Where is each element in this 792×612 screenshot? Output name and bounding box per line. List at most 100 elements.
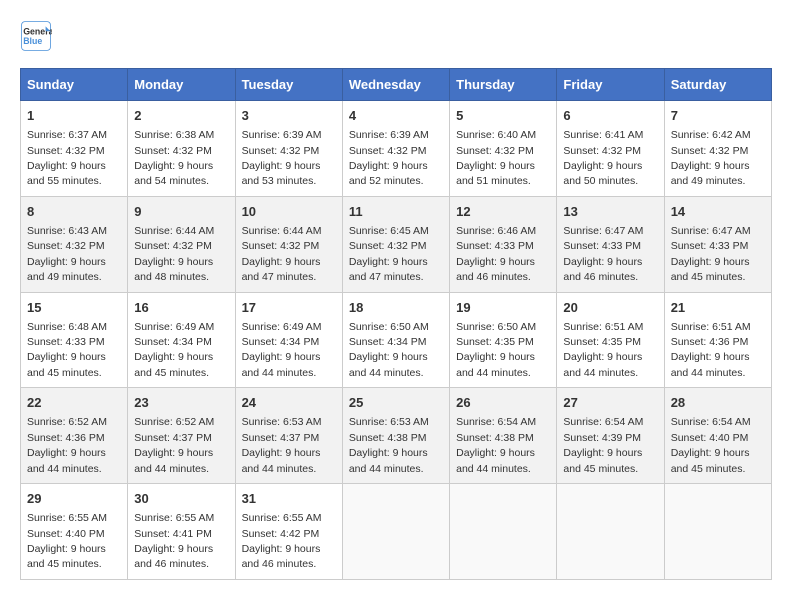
day-info: Sunrise: 6:55 AMSunset: 4:42 PMDaylight:… bbox=[242, 512, 322, 570]
day-info: Sunrise: 6:53 AMSunset: 4:38 PMDaylight:… bbox=[349, 416, 429, 474]
day-info: Sunrise: 6:49 AMSunset: 4:34 PMDaylight:… bbox=[242, 321, 322, 379]
calendar-day-cell: 9 Sunrise: 6:44 AMSunset: 4:32 PMDayligh… bbox=[128, 196, 235, 292]
logo-icon: General Blue bbox=[20, 20, 52, 52]
calendar-day-cell: 18 Sunrise: 6:50 AMSunset: 4:34 PMDaylig… bbox=[342, 292, 449, 388]
calendar-day-cell: 24 Sunrise: 6:53 AMSunset: 4:37 PMDaylig… bbox=[235, 388, 342, 484]
day-number: 12 bbox=[456, 203, 550, 221]
calendar-body: 1 Sunrise: 6:37 AMSunset: 4:32 PMDayligh… bbox=[21, 101, 772, 580]
calendar-day-cell: 16 Sunrise: 6:49 AMSunset: 4:34 PMDaylig… bbox=[128, 292, 235, 388]
calendar-day-cell: 10 Sunrise: 6:44 AMSunset: 4:32 PMDaylig… bbox=[235, 196, 342, 292]
calendar-day-cell: 14 Sunrise: 6:47 AMSunset: 4:33 PMDaylig… bbox=[664, 196, 771, 292]
day-number: 15 bbox=[27, 299, 121, 317]
calendar-day-cell: 6 Sunrise: 6:41 AMSunset: 4:32 PMDayligh… bbox=[557, 101, 664, 197]
calendar-day-cell: 13 Sunrise: 6:47 AMSunset: 4:33 PMDaylig… bbox=[557, 196, 664, 292]
day-number: 16 bbox=[134, 299, 228, 317]
day-info: Sunrise: 6:39 AMSunset: 4:32 PMDaylight:… bbox=[349, 129, 429, 187]
calendar-day-cell: 23 Sunrise: 6:52 AMSunset: 4:37 PMDaylig… bbox=[128, 388, 235, 484]
day-number: 27 bbox=[563, 394, 657, 412]
day-info: Sunrise: 6:52 AMSunset: 4:36 PMDaylight:… bbox=[27, 416, 107, 474]
day-number: 22 bbox=[27, 394, 121, 412]
calendar-day-cell: 21 Sunrise: 6:51 AMSunset: 4:36 PMDaylig… bbox=[664, 292, 771, 388]
calendar-day-cell: 20 Sunrise: 6:51 AMSunset: 4:35 PMDaylig… bbox=[557, 292, 664, 388]
day-info: Sunrise: 6:54 AMSunset: 4:40 PMDaylight:… bbox=[671, 416, 751, 474]
calendar-day-cell: 27 Sunrise: 6:54 AMSunset: 4:39 PMDaylig… bbox=[557, 388, 664, 484]
day-info: Sunrise: 6:47 AMSunset: 4:33 PMDaylight:… bbox=[563, 225, 643, 283]
day-of-week-header: Thursday bbox=[450, 69, 557, 101]
day-number: 28 bbox=[671, 394, 765, 412]
calendar-day-cell: 25 Sunrise: 6:53 AMSunset: 4:38 PMDaylig… bbox=[342, 388, 449, 484]
day-info: Sunrise: 6:44 AMSunset: 4:32 PMDaylight:… bbox=[134, 225, 214, 283]
calendar-day-cell: 19 Sunrise: 6:50 AMSunset: 4:35 PMDaylig… bbox=[450, 292, 557, 388]
svg-text:Blue: Blue bbox=[23, 36, 42, 46]
day-number: 14 bbox=[671, 203, 765, 221]
day-info: Sunrise: 6:43 AMSunset: 4:32 PMDaylight:… bbox=[27, 225, 107, 283]
day-info: Sunrise: 6:38 AMSunset: 4:32 PMDaylight:… bbox=[134, 129, 214, 187]
calendar-day-cell: 15 Sunrise: 6:48 AMSunset: 4:33 PMDaylig… bbox=[21, 292, 128, 388]
calendar-day-cell bbox=[664, 484, 771, 580]
day-info: Sunrise: 6:50 AMSunset: 4:35 PMDaylight:… bbox=[456, 321, 536, 379]
day-number: 6 bbox=[563, 107, 657, 125]
day-info: Sunrise: 6:37 AMSunset: 4:32 PMDaylight:… bbox=[27, 129, 107, 187]
page-header: General Blue bbox=[20, 20, 772, 52]
day-info: Sunrise: 6:39 AMSunset: 4:32 PMDaylight:… bbox=[242, 129, 322, 187]
calendar-day-cell: 5 Sunrise: 6:40 AMSunset: 4:32 PMDayligh… bbox=[450, 101, 557, 197]
day-info: Sunrise: 6:47 AMSunset: 4:33 PMDaylight:… bbox=[671, 225, 751, 283]
day-header-row: SundayMondayTuesdayWednesdayThursdayFrid… bbox=[21, 69, 772, 101]
day-info: Sunrise: 6:50 AMSunset: 4:34 PMDaylight:… bbox=[349, 321, 429, 379]
calendar-day-cell: 8 Sunrise: 6:43 AMSunset: 4:32 PMDayligh… bbox=[21, 196, 128, 292]
day-info: Sunrise: 6:44 AMSunset: 4:32 PMDaylight:… bbox=[242, 225, 322, 283]
calendar-week-row: 29 Sunrise: 6:55 AMSunset: 4:40 PMDaylig… bbox=[21, 484, 772, 580]
day-number: 29 bbox=[27, 490, 121, 508]
calendar-day-cell: 30 Sunrise: 6:55 AMSunset: 4:41 PMDaylig… bbox=[128, 484, 235, 580]
calendar-day-cell: 3 Sunrise: 6:39 AMSunset: 4:32 PMDayligh… bbox=[235, 101, 342, 197]
day-info: Sunrise: 6:48 AMSunset: 4:33 PMDaylight:… bbox=[27, 321, 107, 379]
day-info: Sunrise: 6:51 AMSunset: 4:36 PMDaylight:… bbox=[671, 321, 751, 379]
calendar-header: SundayMondayTuesdayWednesdayThursdayFrid… bbox=[21, 69, 772, 101]
day-info: Sunrise: 6:54 AMSunset: 4:38 PMDaylight:… bbox=[456, 416, 536, 474]
calendar-week-row: 8 Sunrise: 6:43 AMSunset: 4:32 PMDayligh… bbox=[21, 196, 772, 292]
calendar-day-cell: 7 Sunrise: 6:42 AMSunset: 4:32 PMDayligh… bbox=[664, 101, 771, 197]
calendar-week-row: 15 Sunrise: 6:48 AMSunset: 4:33 PMDaylig… bbox=[21, 292, 772, 388]
calendar-week-row: 22 Sunrise: 6:52 AMSunset: 4:36 PMDaylig… bbox=[21, 388, 772, 484]
calendar-day-cell: 11 Sunrise: 6:45 AMSunset: 4:32 PMDaylig… bbox=[342, 196, 449, 292]
day-number: 19 bbox=[456, 299, 550, 317]
calendar-day-cell: 22 Sunrise: 6:52 AMSunset: 4:36 PMDaylig… bbox=[21, 388, 128, 484]
day-info: Sunrise: 6:55 AMSunset: 4:40 PMDaylight:… bbox=[27, 512, 107, 570]
day-info: Sunrise: 6:54 AMSunset: 4:39 PMDaylight:… bbox=[563, 416, 643, 474]
day-of-week-header: Saturday bbox=[664, 69, 771, 101]
day-info: Sunrise: 6:41 AMSunset: 4:32 PMDaylight:… bbox=[563, 129, 643, 187]
day-info: Sunrise: 6:42 AMSunset: 4:32 PMDaylight:… bbox=[671, 129, 751, 187]
svg-text:General: General bbox=[23, 26, 52, 36]
calendar-day-cell bbox=[557, 484, 664, 580]
calendar-day-cell: 4 Sunrise: 6:39 AMSunset: 4:32 PMDayligh… bbox=[342, 101, 449, 197]
day-number: 1 bbox=[27, 107, 121, 125]
day-number: 21 bbox=[671, 299, 765, 317]
day-info: Sunrise: 6:55 AMSunset: 4:41 PMDaylight:… bbox=[134, 512, 214, 570]
day-number: 18 bbox=[349, 299, 443, 317]
day-number: 20 bbox=[563, 299, 657, 317]
day-number: 4 bbox=[349, 107, 443, 125]
day-info: Sunrise: 6:40 AMSunset: 4:32 PMDaylight:… bbox=[456, 129, 536, 187]
day-number: 11 bbox=[349, 203, 443, 221]
day-number: 9 bbox=[134, 203, 228, 221]
calendar-day-cell: 2 Sunrise: 6:38 AMSunset: 4:32 PMDayligh… bbox=[128, 101, 235, 197]
day-number: 23 bbox=[134, 394, 228, 412]
day-info: Sunrise: 6:45 AMSunset: 4:32 PMDaylight:… bbox=[349, 225, 429, 283]
calendar-day-cell: 1 Sunrise: 6:37 AMSunset: 4:32 PMDayligh… bbox=[21, 101, 128, 197]
day-number: 5 bbox=[456, 107, 550, 125]
day-number: 7 bbox=[671, 107, 765, 125]
calendar-day-cell: 31 Sunrise: 6:55 AMSunset: 4:42 PMDaylig… bbox=[235, 484, 342, 580]
calendar-day-cell: 12 Sunrise: 6:46 AMSunset: 4:33 PMDaylig… bbox=[450, 196, 557, 292]
day-of-week-header: Friday bbox=[557, 69, 664, 101]
calendar-day-cell: 29 Sunrise: 6:55 AMSunset: 4:40 PMDaylig… bbox=[21, 484, 128, 580]
day-number: 17 bbox=[242, 299, 336, 317]
day-of-week-header: Tuesday bbox=[235, 69, 342, 101]
day-info: Sunrise: 6:46 AMSunset: 4:33 PMDaylight:… bbox=[456, 225, 536, 283]
day-number: 31 bbox=[242, 490, 336, 508]
logo: General Blue bbox=[20, 20, 58, 52]
day-number: 26 bbox=[456, 394, 550, 412]
day-number: 10 bbox=[242, 203, 336, 221]
day-number: 24 bbox=[242, 394, 336, 412]
day-of-week-header: Wednesday bbox=[342, 69, 449, 101]
day-number: 13 bbox=[563, 203, 657, 221]
